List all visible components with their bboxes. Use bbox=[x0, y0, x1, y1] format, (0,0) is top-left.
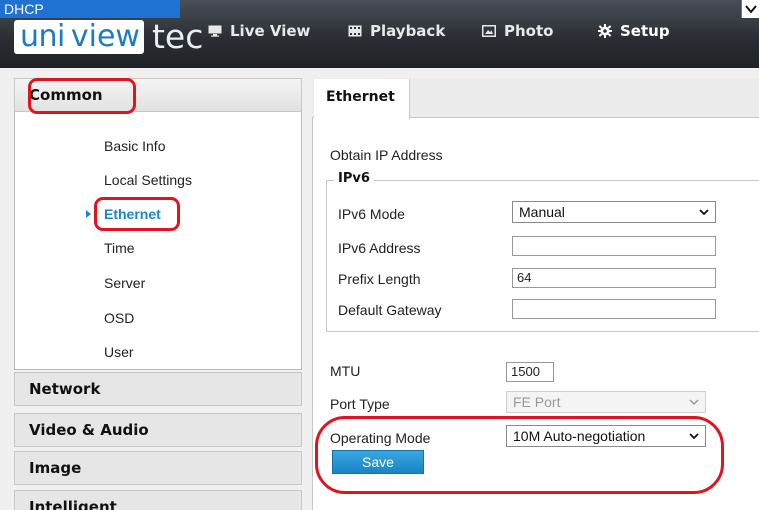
tab-ethernet[interactable]: Ethernet bbox=[314, 79, 410, 119]
mtu-label: MTU bbox=[330, 363, 361, 379]
annotation-highlight-common bbox=[28, 78, 136, 114]
annotation-highlight-operating-mode bbox=[315, 416, 724, 494]
film-icon bbox=[348, 25, 362, 37]
ipv6-address-label: IPv6 Address bbox=[338, 240, 421, 256]
nav-photo-label: Photo bbox=[504, 22, 554, 40]
obtain-ip-selected-value: DHCP bbox=[0, 0, 180, 18]
ipv6-mode-label: IPv6 Mode bbox=[338, 206, 405, 222]
nav-playback-label: Playback bbox=[370, 22, 446, 40]
active-item-arrow-icon bbox=[86, 210, 91, 218]
port-type-value: FE Port bbox=[513, 394, 561, 410]
sidebar-category-intelligent-label: Intelligent bbox=[29, 498, 117, 510]
sidebar-item-basic-info[interactable]: Basic Info bbox=[104, 138, 165, 154]
sidebar-item-local-settings[interactable]: Local Settings bbox=[104, 172, 192, 188]
default-gateway-label: Default Gateway bbox=[338, 302, 442, 318]
default-gateway-input[interactable] bbox=[512, 299, 716, 319]
nav-setup[interactable]: Setup bbox=[598, 22, 670, 40]
sidebar-item-osd[interactable]: OSD bbox=[104, 310, 134, 326]
sidebar-category-network[interactable]: Network bbox=[14, 372, 302, 406]
obtain-ip-label: Obtain IP Address bbox=[330, 147, 443, 163]
camera-setup-page: { "brand": { "uni": "uni", "view": "view… bbox=[0, 0, 759, 510]
sidebar-item-user[interactable]: User bbox=[104, 344, 134, 360]
sidebar-item-time[interactable]: Time bbox=[104, 240, 135, 256]
sidebar-category-video-audio[interactable]: Video & Audio bbox=[14, 413, 302, 447]
brand-logo: uni view tec bbox=[14, 14, 203, 54]
logo-tec-text: tec bbox=[151, 17, 204, 56]
logo-view-text: view bbox=[70, 20, 144, 54]
logo-uni-text: uni bbox=[14, 20, 71, 54]
prefix-length-input[interactable]: 64 bbox=[512, 268, 716, 288]
tab-ethernet-label: Ethernet bbox=[326, 89, 395, 105]
picture-icon bbox=[482, 25, 496, 37]
ipv6-address-input[interactable] bbox=[512, 236, 716, 256]
nav-setup-label: Setup bbox=[620, 22, 670, 40]
nav-playback[interactable]: Playback bbox=[348, 22, 445, 40]
ipv6-mode-value: Manual bbox=[519, 204, 565, 220]
sidebar-category-video-audio-label: Video & Audio bbox=[29, 421, 149, 439]
sidebar-category-network-label: Network bbox=[29, 380, 101, 398]
ipv6-mode-select[interactable]: Manual bbox=[512, 201, 716, 223]
port-type-select: FE Port bbox=[506, 391, 706, 413]
nav-live-view[interactable]: Live View bbox=[208, 22, 310, 40]
mtu-input[interactable]: 1500 bbox=[506, 362, 554, 382]
nav-live-view-label: Live View bbox=[230, 22, 311, 40]
obtain-ip-dropdown-button[interactable] bbox=[741, 0, 759, 18]
sidebar-category-intelligent[interactable]: Intelligent bbox=[14, 490, 302, 510]
gear-icon bbox=[598, 24, 612, 38]
nav-photo[interactable]: Photo bbox=[482, 22, 553, 40]
obtain-ip-select[interactable]: DHCP bbox=[0, 0, 759, 20]
ipv6-legend: IPv6 bbox=[334, 171, 374, 186]
sidebar-item-server[interactable]: Server bbox=[104, 275, 145, 291]
annotation-highlight-ethernet bbox=[94, 197, 180, 231]
monitor-icon bbox=[208, 25, 222, 37]
sidebar-category-image-label: Image bbox=[29, 459, 82, 477]
chevron-down-icon bbox=[699, 209, 709, 216]
chevron-down-icon bbox=[689, 399, 699, 406]
port-type-label: Port Type bbox=[330, 396, 390, 412]
sidebar-category-image[interactable]: Image bbox=[14, 451, 302, 485]
prefix-length-label: Prefix Length bbox=[338, 271, 421, 287]
chevron-down-icon bbox=[745, 5, 757, 14]
